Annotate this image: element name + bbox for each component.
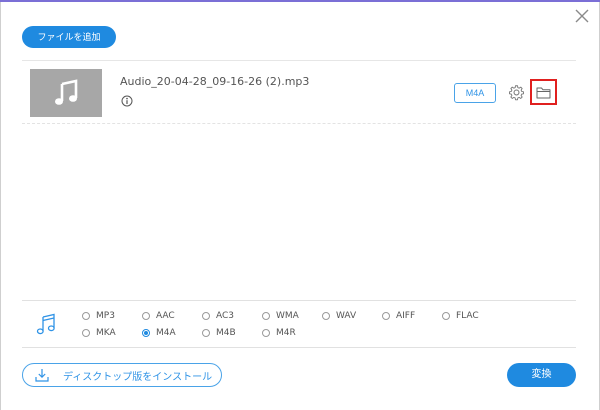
file-name: Audio_20-04-28_09-16-26 (2).mp3 (120, 75, 310, 88)
radio-button[interactable] (262, 329, 270, 337)
format-label: AAC (156, 311, 175, 321)
format-option-aac[interactable]: AAC (142, 309, 175, 323)
audio-format-icon (36, 313, 55, 335)
file-row: Audio_20-04-28_09-16-26 (2).mp3 M4A (22, 62, 576, 124)
format-label: FLAC (456, 311, 479, 321)
radio-button[interactable] (322, 312, 330, 320)
radio-button[interactable] (442, 312, 450, 320)
radio-button-selected[interactable] (142, 329, 150, 337)
radio-button[interactable] (82, 312, 90, 320)
output-format-button[interactable]: M4A (454, 83, 496, 103)
format-option-m4b[interactable]: M4B (202, 326, 236, 340)
install-desktop-button[interactable]: ディスクトップ版をインストール (22, 363, 222, 387)
format-option-mp3[interactable]: MP3 (82, 309, 115, 323)
format-label: M4R (276, 328, 296, 338)
close-icon[interactable] (572, 6, 592, 26)
format-label: WAV (336, 311, 357, 321)
format-option-wma[interactable]: WMA (262, 309, 299, 323)
download-icon (35, 369, 49, 382)
radio-button[interactable] (82, 329, 90, 337)
format-option-ac3[interactable]: AC3 (202, 309, 234, 323)
format-option-aiff[interactable]: AIFF (382, 309, 415, 323)
folder-icon (536, 87, 551, 98)
radio-button[interactable] (262, 312, 270, 320)
format-label: AC3 (216, 311, 235, 321)
add-file-button[interactable]: ファイルを追加 (22, 26, 116, 48)
format-label: AIFF (396, 311, 416, 321)
format-option-flac[interactable]: FLAC (442, 309, 479, 323)
window-top-border (0, 0, 600, 2)
format-label: WMA (276, 311, 299, 321)
format-selection-panel: MP3 AAC AC3 WMA WAV AIFF FLAC MKA M4A M4… (22, 300, 576, 348)
file-thumbnail (30, 69, 102, 117)
radio-button[interactable] (202, 329, 210, 337)
convert-button[interactable]: 変換 (507, 363, 576, 387)
radio-button[interactable] (202, 312, 210, 320)
format-option-m4a[interactable]: M4A (142, 326, 176, 340)
format-option-mka[interactable]: MKA (82, 326, 116, 340)
format-label: M4B (216, 328, 236, 338)
format-label: MKA (96, 328, 116, 338)
format-option-m4r[interactable]: M4R (262, 326, 296, 340)
radio-button[interactable] (382, 312, 390, 320)
format-label: M4A (156, 328, 176, 338)
radio-button[interactable] (142, 312, 150, 320)
music-note-icon (55, 79, 78, 105)
install-desktop-label: ディスクトップ版をインストール (63, 371, 213, 383)
open-folder-button[interactable] (530, 79, 557, 105)
info-icon[interactable] (121, 95, 133, 107)
format-label: MP3 (96, 311, 115, 321)
file-list-divider (22, 60, 576, 61)
format-option-wav[interactable]: WAV (322, 309, 356, 323)
gear-icon[interactable] (508, 84, 525, 101)
